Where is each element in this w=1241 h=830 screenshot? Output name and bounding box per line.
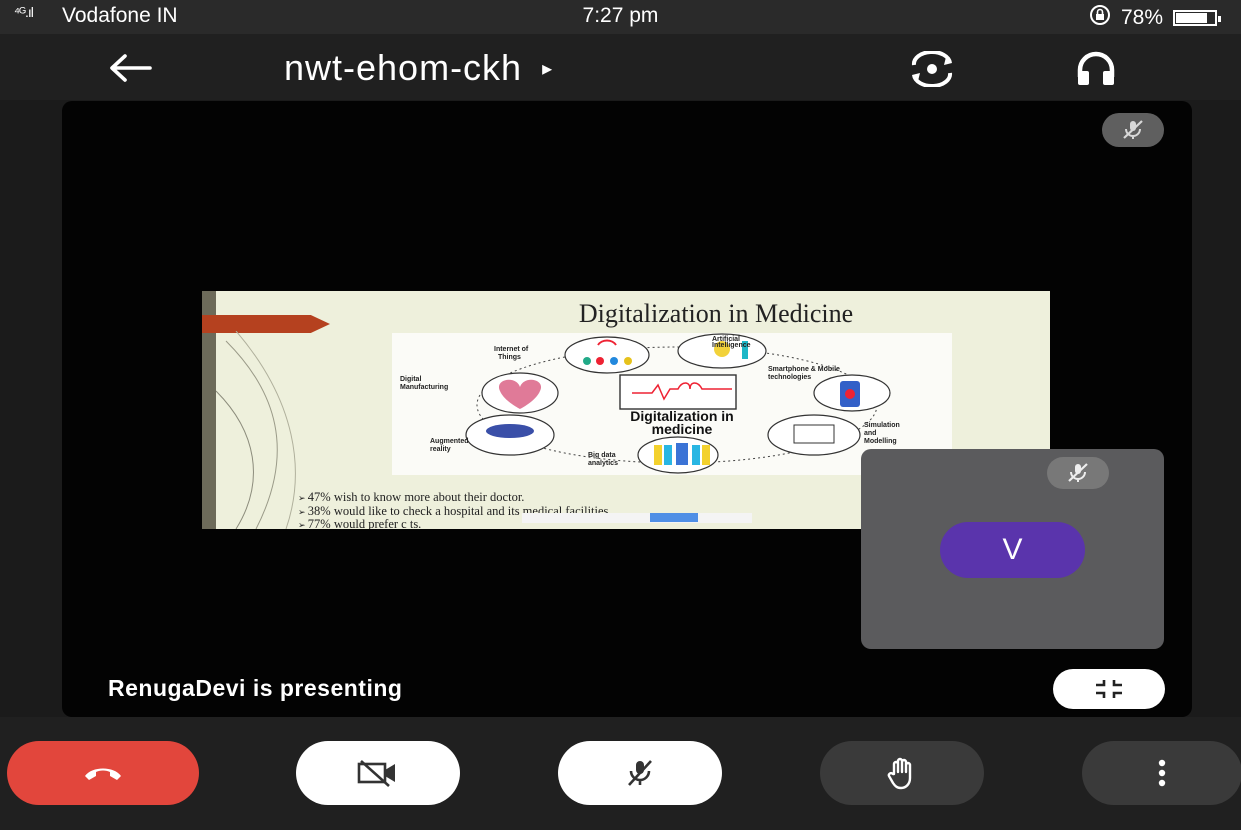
presenting-status: RenugaDevi is presenting	[108, 675, 403, 701]
node-label-smartphone: Smartphone & Mobile	[768, 366, 840, 373]
fullscreen-exit-icon	[1096, 680, 1122, 698]
camera-off-icon	[357, 760, 395, 787]
svg-text:and: and	[864, 430, 876, 437]
end-call-button[interactable]	[7, 741, 199, 805]
slide-notification-overlay	[522, 513, 752, 523]
self-view-tile[interactable]: V	[861, 449, 1164, 649]
mic-off-icon	[1123, 120, 1143, 139]
mic-toggle-button[interactable]	[558, 741, 722, 805]
avatar: V	[940, 522, 1085, 578]
node-label-bigdata: Big data	[588, 452, 616, 459]
more-options-button[interactable]	[1082, 741, 1241, 805]
battery-icon	[1173, 10, 1221, 26]
back-arrow-icon	[110, 54, 152, 82]
svg-text:Things: Things	[498, 354, 521, 361]
exit-fullscreen-button[interactable]	[1053, 669, 1165, 709]
call-controls	[0, 717, 1241, 830]
rotation-lock-icon	[1089, 4, 1111, 32]
slide-bullet: 47% wish to know more about their doctor…	[298, 491, 608, 505]
hang-up-icon	[85, 768, 121, 780]
svg-text:technologies: technologies	[768, 374, 811, 381]
node-label-simulation: Simulation	[864, 422, 900, 429]
camera-toggle-button[interactable]	[296, 741, 460, 805]
more-vert-icon	[1158, 759, 1166, 787]
svg-text:Intelligence: Intelligence	[712, 342, 751, 349]
mic-off-icon	[628, 760, 652, 786]
node-label-manufacturing: Digital	[400, 376, 421, 383]
svg-text:reality: reality	[430, 446, 451, 453]
raise-hand-button[interactable]	[820, 741, 984, 805]
raise-hand-icon	[887, 757, 912, 790]
slide-title: Digitalization in Medicine	[578, 299, 854, 328]
status-right: 78%	[1089, 4, 1221, 32]
caret-right-icon: ▸	[542, 57, 554, 80]
slide-bullets: 47% wish to know more about their doctor…	[298, 491, 609, 529]
svg-text:Manufacturing: Manufacturing	[400, 384, 448, 391]
mic-off-icon	[1068, 463, 1088, 482]
switch-camera-icon	[911, 51, 953, 87]
headphones-icon	[1077, 51, 1115, 85]
self-muted-indicator	[1047, 457, 1109, 489]
meeting-code: nwt-ehom-ckh	[284, 47, 523, 88]
switch-camera-button[interactable]	[900, 46, 964, 92]
clock: 7:27 pm	[582, 4, 659, 27]
node-label-iot: Internet of	[494, 346, 529, 353]
status-bar: ⁴ᴳ.ıl Vodafone IN 7:27 pm 78%	[0, 0, 1241, 34]
diagram-center-label-2: medicine	[652, 421, 713, 437]
svg-text:Modelling: Modelling	[864, 438, 897, 445]
meeting-title[interactable]: nwt-ehom-ckh ▸	[284, 47, 553, 89]
call-header: nwt-ehom-ckh ▸	[0, 34, 1241, 100]
back-button[interactable]	[98, 44, 162, 92]
audio-output-button[interactable]	[1064, 46, 1128, 92]
presenter-muted-indicator	[1102, 113, 1164, 147]
node-label-ar: Augmented	[430, 438, 469, 445]
battery-percent: 78%	[1120, 6, 1163, 29]
svg-text:analytics: analytics	[588, 460, 618, 467]
